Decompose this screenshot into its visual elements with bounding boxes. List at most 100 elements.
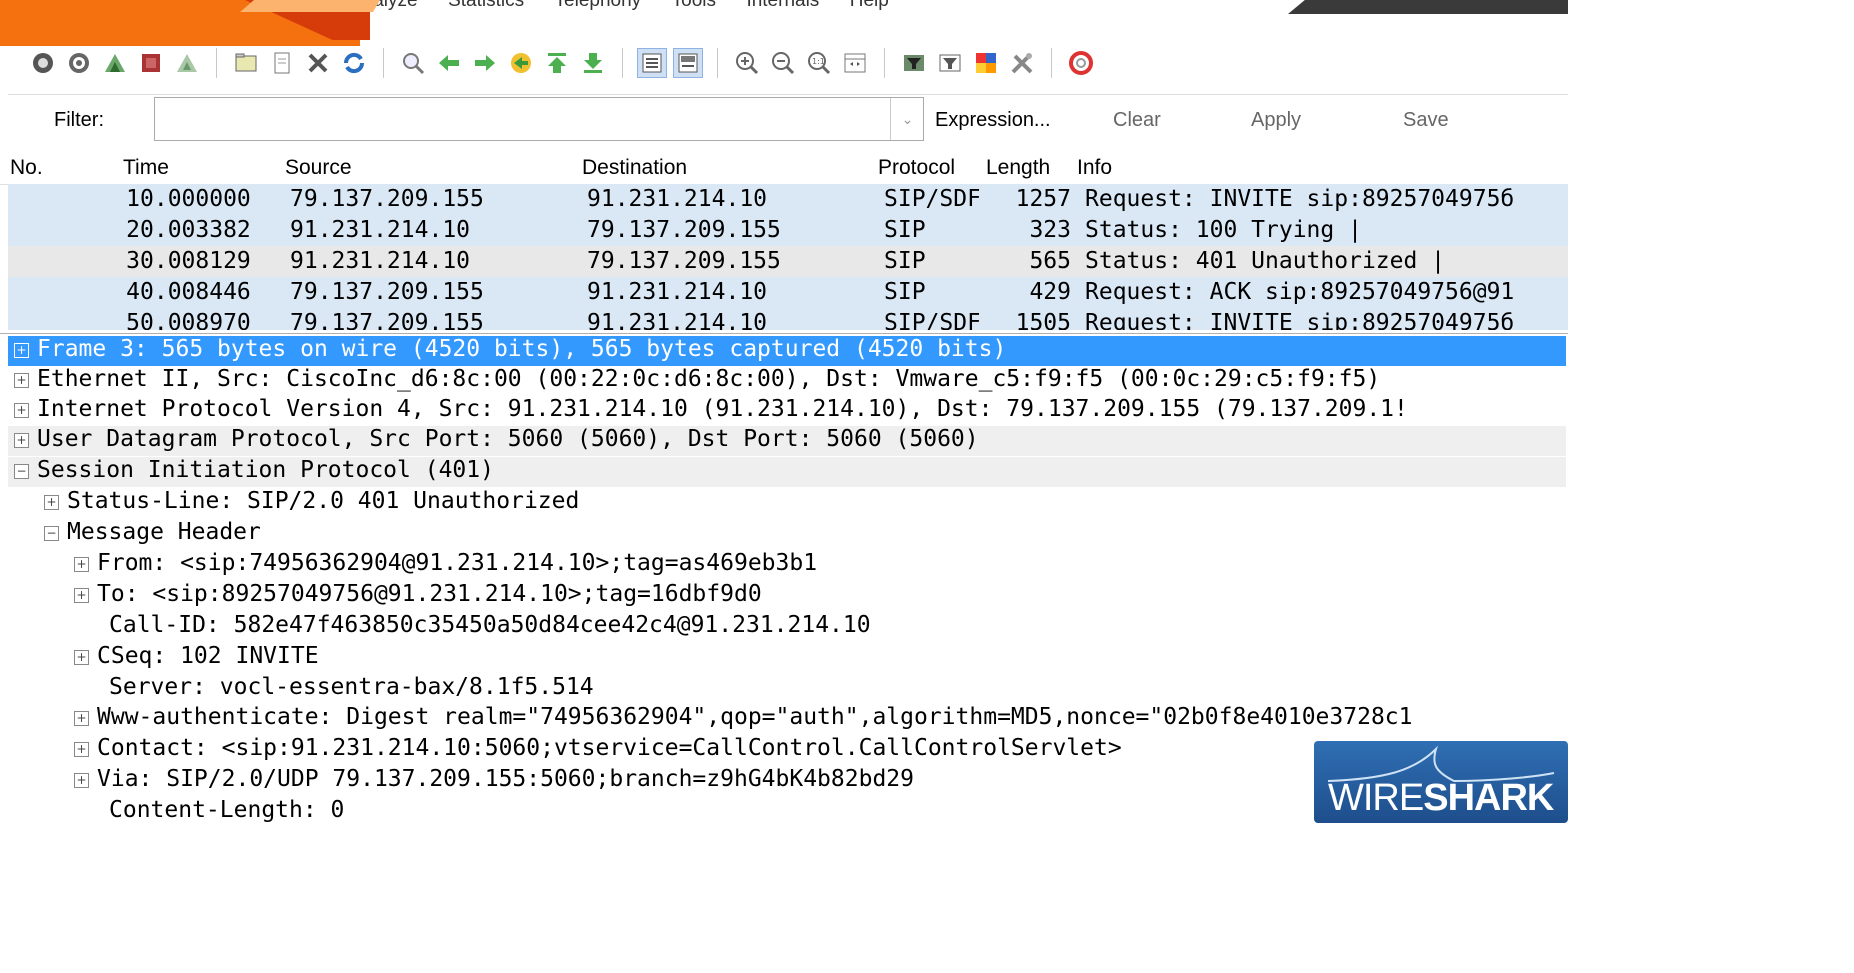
column-header-protocol[interactable]: Protocol: [878, 156, 955, 180]
expand-icon[interactable]: +: [14, 373, 29, 388]
cell-destination: 79.137.209.155: [587, 217, 781, 243]
column-header-time[interactable]: Time: [123, 156, 169, 180]
column-header-info[interactable]: Info: [1077, 156, 1112, 180]
tree-item-from[interactable]: + From: <sip:74956362904@91.231.214.10>;t…: [74, 550, 817, 580]
go-to-packet-icon[interactable]: [506, 48, 536, 78]
expression-button[interactable]: Expression...: [935, 109, 1051, 132]
menu-tools[interactable]: Tools: [672, 0, 716, 10]
cell-no: 1: [126, 186, 140, 212]
capture-filters-icon[interactable]: [899, 48, 929, 78]
close-file-icon[interactable]: [303, 48, 333, 78]
tree-item-ethernet[interactable]: + Ethernet II, Src: CiscoInc_d6:8c:00 (00…: [14, 366, 1380, 396]
tree-item-call-id[interactable]: Call-ID: 582e47f463850c35450a50d84cee42c…: [109, 612, 871, 642]
tree-item-sip[interactable]: − Session Initiation Protocol (401): [8, 457, 1566, 487]
filter-dropdown-icon[interactable]: ⌄: [890, 98, 924, 140]
column-header-no[interactable]: No.: [10, 156, 43, 180]
coloring-rules-icon[interactable]: [971, 48, 1001, 78]
help-icon[interactable]: [1066, 48, 1096, 78]
main-toolbar: 1:1: [0, 40, 1568, 86]
menu-internals[interactable]: Internals: [746, 0, 819, 10]
cell-source: 79.137.209.155: [290, 279, 484, 305]
expand-icon[interactable]: +: [14, 403, 29, 418]
packet-row[interactable]: 5 0.008970 79.137.209.155 91.231.214.10 …: [8, 308, 1568, 330]
save-button[interactable]: Save: [1403, 109, 1449, 132]
expand-icon[interactable]: +: [74, 711, 89, 726]
start-capture-icon[interactable]: [100, 48, 130, 78]
collapse-icon[interactable]: −: [14, 464, 29, 479]
preferences-icon[interactable]: [1007, 48, 1037, 78]
restart-capture-icon[interactable]: [172, 48, 202, 78]
toolbar-separator: [717, 48, 718, 78]
options-icon[interactable]: [64, 48, 94, 78]
expand-icon[interactable]: +: [14, 433, 29, 448]
go-forward-icon[interactable]: [470, 48, 500, 78]
packet-row[interactable]: 1 0.000000 79.137.209.155 91.231.214.10 …: [8, 184, 1568, 215]
expand-icon[interactable]: +: [14, 343, 29, 358]
first-packet-icon[interactable]: [542, 48, 572, 78]
expand-icon[interactable]: +: [74, 773, 89, 788]
cell-protocol: SIP: [884, 279, 926, 305]
tree-item-label: Internet Protocol Version 4, Src: 91.231…: [37, 396, 1408, 422]
go-back-icon[interactable]: [434, 48, 464, 78]
tree-item-contact[interactable]: + Contact: <sip:91.231.214.10:5060;vtserv…: [74, 735, 1122, 765]
colorize-icon[interactable]: [637, 48, 667, 78]
expand-icon[interactable]: +: [74, 650, 89, 665]
clear-button[interactable]: Clear: [1113, 109, 1161, 132]
cell-source: 79.137.209.155: [290, 186, 484, 212]
apply-button[interactable]: Apply: [1251, 109, 1301, 132]
wireshark-logo: WIRESHARK: [1314, 741, 1568, 823]
logo-text: WIRESHARK: [1328, 777, 1554, 820]
cell-length: 565: [1029, 248, 1071, 274]
cell-protocol: SIP: [884, 248, 926, 274]
expand-icon[interactable]: +: [74, 742, 89, 757]
filter-input[interactable]: [154, 97, 924, 141]
tree-item-ip[interactable]: + Internet Protocol Version 4, Src: 91.23…: [14, 396, 1408, 426]
tree-item-label: Via: SIP/2.0/UDP 79.137.209.155:5060;bra…: [97, 766, 914, 792]
tree-item-cseq[interactable]: + CSeq: 102 INVITE: [74, 643, 319, 673]
cell-protocol: SIP/SDF: [884, 310, 979, 330]
open-file-icon[interactable]: [231, 48, 261, 78]
tree-item-server[interactable]: Server: vocl-essentra-bax/8.1f5.514: [109, 674, 594, 704]
column-header-destination[interactable]: Destination: [582, 156, 687, 180]
find-icon[interactable]: [398, 48, 428, 78]
tree-item-www-authenticate[interactable]: + Www-authenticate: Digest realm="7495636…: [74, 704, 1412, 734]
last-packet-icon[interactable]: [578, 48, 608, 78]
orange-decoration-light: [240, 0, 380, 12]
tree-item-message-header[interactable]: − Message Header: [44, 519, 261, 549]
save-file-icon[interactable]: [267, 48, 297, 78]
tree-item-to[interactable]: + To: <sip:89257049756@91.231.214.10>;tag…: [74, 581, 762, 611]
resize-columns-icon[interactable]: [840, 48, 870, 78]
packet-row[interactable]: 2 0.003382 91.231.214.10 79.137.209.155 …: [8, 215, 1568, 246]
tree-item-label: Server: vocl-essentra-bax/8.1f5.514: [109, 674, 594, 700]
expand-icon[interactable]: +: [44, 495, 59, 510]
cell-protocol: SIP: [884, 217, 926, 243]
tree-item-status-line[interactable]: + Status-Line: SIP/2.0 401 Unauthorized: [44, 488, 579, 518]
collapse-icon[interactable]: −: [44, 526, 59, 541]
menu-help[interactable]: Help: [850, 0, 889, 10]
cell-destination: 91.231.214.10: [587, 186, 768, 212]
column-header-length[interactable]: Length: [986, 156, 1050, 180]
zoom-out-icon[interactable]: [768, 48, 798, 78]
packet-row-selected[interactable]: 3 0.008129 91.231.214.10 79.137.209.155 …: [8, 246, 1568, 277]
stop-capture-icon[interactable]: [136, 48, 166, 78]
reload-icon[interactable]: [339, 48, 369, 78]
cell-info: Request: ACK sip:89257049756@91: [1085, 279, 1515, 305]
interface-list-icon[interactable]: [28, 48, 58, 78]
normal-size-icon[interactable]: 1:1: [804, 48, 834, 78]
display-filters-icon[interactable]: [935, 48, 965, 78]
toolbar-separator: [884, 48, 885, 78]
packet-row[interactable]: 4 0.008446 79.137.209.155 91.231.214.10 …: [8, 277, 1568, 308]
tree-item-content-length[interactable]: Content-Length: 0: [109, 797, 344, 824]
expand-icon[interactable]: +: [74, 557, 89, 572]
tree-item-frame[interactable]: + Frame 3: 565 bytes on wire (4520 bits),…: [8, 336, 1566, 366]
menu-statistics[interactable]: Statistics: [448, 0, 524, 10]
cell-no: 3: [126, 248, 140, 274]
tree-item-via[interactable]: + Via: SIP/2.0/UDP 79.137.209.155:5060;br…: [74, 766, 914, 796]
menu-telephony[interactable]: Telephony: [555, 0, 642, 10]
expand-icon[interactable]: +: [74, 588, 89, 603]
autoscroll-icon[interactable]: [673, 48, 703, 78]
tree-item-label: Status-Line: SIP/2.0 401 Unauthorized: [67, 488, 580, 514]
tree-item-udp[interactable]: + User Datagram Protocol, Src Port: 5060 …: [8, 426, 1566, 456]
zoom-in-icon[interactable]: [732, 48, 762, 78]
column-header-source[interactable]: Source: [285, 156, 352, 180]
